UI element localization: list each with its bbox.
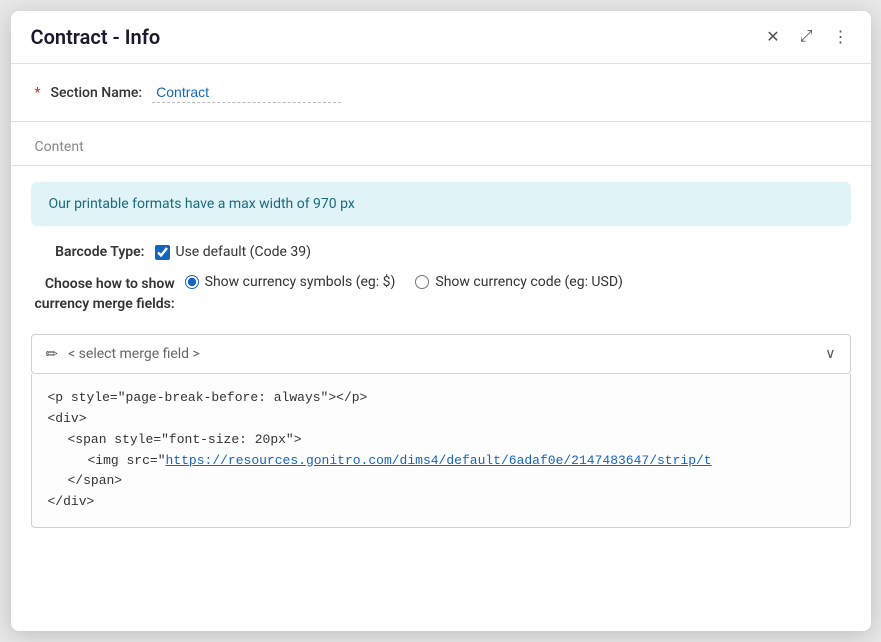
close-button[interactable]: ✕: [762, 25, 783, 49]
code-img-src-link[interactable]: https://resources.gonitro.com/dims4/defa…: [166, 453, 712, 468]
merge-field-row[interactable]: ✏ < select merge field > ∨: [31, 334, 851, 374]
code-line-3: <span style="font-size: 20px">: [48, 430, 834, 451]
dialog-title: Contract - Info: [31, 25, 161, 49]
barcode-checkbox-label[interactable]: Use default (Code 39): [155, 244, 311, 260]
code-line-2: <div>: [48, 409, 834, 430]
currency-label: Choose how to showcurrency merge fields:: [35, 274, 175, 314]
pencil-icon: ✏: [46, 345, 59, 363]
barcode-type-label: Barcode Type:: [35, 244, 145, 260]
code-line-6: </div>: [48, 492, 834, 513]
barcode-checkbox-text: Use default (Code 39): [176, 244, 311, 260]
barcode-checkbox[interactable]: [155, 245, 170, 260]
content-label: Content: [35, 139, 84, 155]
required-star: *: [35, 85, 41, 101]
content-label-row: Content: [11, 122, 871, 166]
info-banner-text: Our printable formats have a max width o…: [49, 196, 355, 212]
code-line-4: <img src="https://resources.gonitro.com/…: [48, 451, 834, 472]
currency-radio-2[interactable]: [415, 275, 429, 289]
chevron-down-icon: ∨: [825, 346, 835, 362]
code-line-1: <p style="page-break-before: always"></p…: [48, 388, 834, 409]
currency-option1-label[interactable]: Show currency symbols (eg: $): [185, 274, 396, 290]
options-area: Barcode Type: Use default (Code 39) Choo…: [11, 234, 871, 328]
currency-radio-1[interactable]: [185, 275, 199, 289]
minimize-button[interactable]: ⤢: [796, 26, 817, 48]
info-banner: Our printable formats have a max width o…: [31, 182, 851, 226]
more-options-button[interactable]: ⋮: [829, 25, 853, 49]
code-area: <p style="page-break-before: always"></p…: [31, 374, 851, 528]
section-name-label: Section Name:: [51, 85, 143, 101]
currency-options: Show currency symbols (eg: $) Show curre…: [185, 274, 623, 290]
code-img-tag-open: <img src=": [88, 453, 166, 468]
barcode-row: Barcode Type: Use default (Code 39): [35, 244, 847, 260]
merge-field-placeholder: < select merge field >: [68, 346, 815, 362]
currency-option2-label[interactable]: Show currency code (eg: USD): [415, 274, 622, 290]
currency-row: Choose how to showcurrency merge fields:…: [35, 274, 847, 314]
section-name-row: * Section Name:: [11, 64, 871, 122]
dialog-header: Contract - Info ✕ ⤢ ⋮: [11, 11, 871, 64]
header-icons: ✕ ⤢ ⋮: [762, 25, 852, 49]
section-name-input[interactable]: [152, 82, 341, 103]
code-line-5: </span>: [48, 471, 834, 492]
currency-option1-text: Show currency symbols (eg: $): [205, 274, 396, 290]
currency-option2-text: Show currency code (eg: USD): [435, 274, 622, 290]
dialog: Contract - Info ✕ ⤢ ⋮ * Section Name: Co…: [11, 11, 871, 631]
